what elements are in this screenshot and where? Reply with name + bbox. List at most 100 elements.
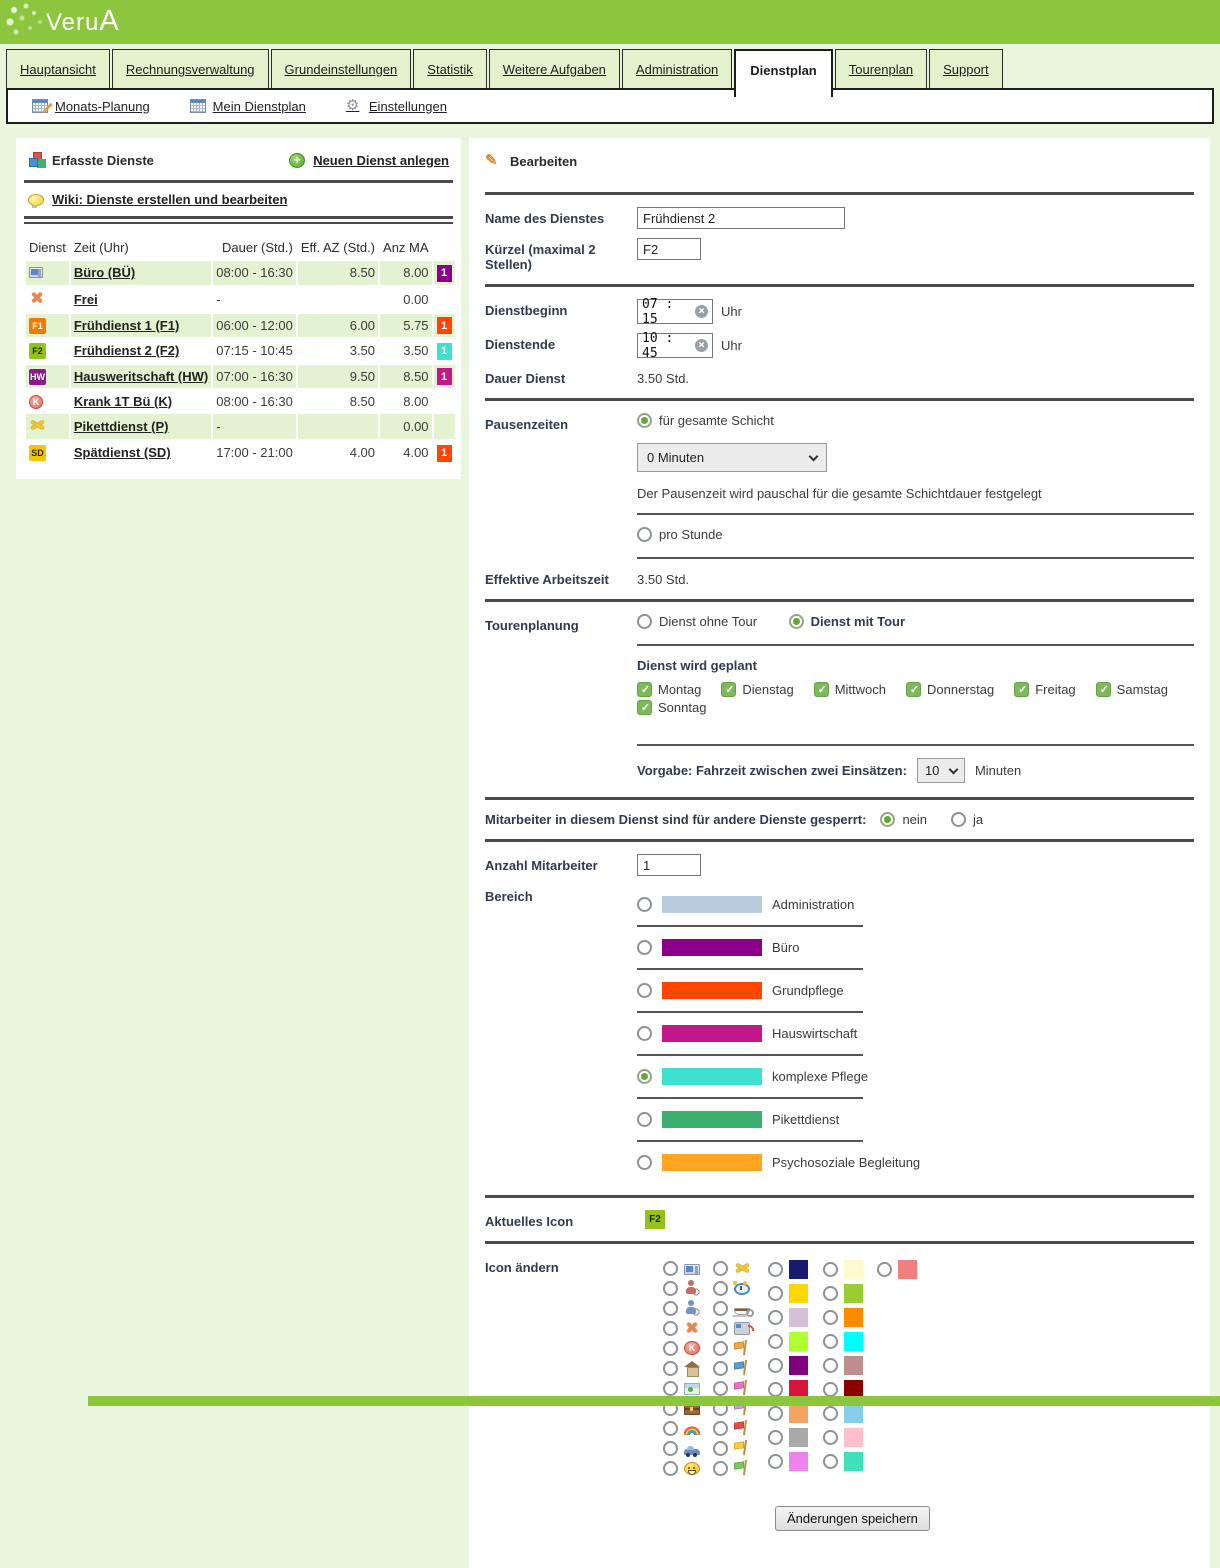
flag-green-icon[interactable] (734, 1460, 750, 1476)
radio-dienst-ohne-tour[interactable]: Dienst ohne Tour (637, 614, 757, 629)
radio-icon[interactable] (823, 1286, 838, 1301)
service-name-link[interactable]: Büro (BÜ) (74, 265, 135, 280)
flag-pink-icon[interactable] (734, 1380, 750, 1396)
checkbox-mittwoch[interactable]: Mittwoch (814, 682, 886, 697)
bereich-option-komplexe-pflege[interactable]: komplexe Pflege (637, 1068, 1194, 1085)
tab-rechnungsverwaltung[interactable]: Rechnungsverwaltung (112, 49, 269, 88)
icon-option-cross-icon[interactable] (663, 1320, 700, 1336)
checkbox-checked-icon[interactable] (1014, 682, 1029, 697)
color-option-A9A9A9[interactable] (768, 1428, 808, 1447)
color-swatch[interactable] (844, 1428, 863, 1447)
radio-icon[interactable] (637, 983, 652, 998)
coffee-cup-icon[interactable] (734, 1308, 750, 1315)
radio-icon[interactable] (768, 1382, 783, 1397)
icon-option-flag-pink-icon[interactable] (713, 1380, 750, 1396)
color-option-FFFACD[interactable] (823, 1260, 863, 1279)
radio-icon[interactable] (713, 1421, 728, 1436)
checkbox-checked-icon[interactable] (906, 682, 921, 697)
color-option-FFD700[interactable] (768, 1284, 808, 1303)
radio-icon[interactable] (768, 1286, 783, 1301)
radio-icon[interactable] (663, 1321, 678, 1336)
radio-icon[interactable] (768, 1406, 783, 1421)
checkbox-checked-icon[interactable] (637, 682, 652, 697)
icon-option-coffee-cup-icon[interactable] (713, 1300, 750, 1316)
service-name-link[interactable]: Hausweritschaft (HW) (74, 369, 208, 384)
checkbox-dienstag[interactable]: Dienstag (721, 682, 793, 697)
color-swatch[interactable] (844, 1284, 863, 1303)
color-swatch[interactable] (844, 1356, 863, 1375)
checkbox-donnerstag[interactable]: Donnerstag (906, 682, 994, 697)
radio-icon[interactable] (823, 1310, 838, 1325)
radio-icon[interactable] (877, 1262, 892, 1277)
icon-option-krank-icon[interactable]: K (663, 1340, 700, 1356)
radio-icon[interactable] (823, 1406, 838, 1421)
service-name-link[interactable]: Pikettdienst (P) (74, 419, 169, 434)
smiley-icon[interactable] (684, 1462, 700, 1475)
tab-dienstplan[interactable]: Dienstplan (734, 49, 832, 97)
clear-circle-icon[interactable] (695, 305, 708, 318)
radio-icon[interactable] (663, 1421, 678, 1436)
icon-option-car-icon[interactable] (663, 1440, 700, 1456)
subnav-item-mein-dienstplan[interactable]: Mein Dienstplan (190, 99, 306, 114)
color-option-ADFF2F[interactable] (768, 1332, 808, 1351)
service-name-link[interactable]: Frei (74, 292, 98, 307)
flag-yellow-icon[interactable] (734, 1440, 750, 1456)
radio-icon[interactable] (823, 1334, 838, 1349)
name-input[interactable] (637, 207, 845, 229)
subnav-item-einstellungen[interactable]: Einstellungen (346, 98, 447, 114)
wiki-link-text[interactable]: Wiki: Dienste erstellen und bearbeiten (52, 192, 287, 207)
radio-icon[interactable] (823, 1430, 838, 1445)
radio-icon[interactable] (637, 1112, 652, 1127)
checkbox-checked-icon[interactable] (637, 700, 652, 715)
bereich-option-administration[interactable]: Administration (637, 896, 1194, 913)
radio-icon[interactable] (823, 1382, 838, 1397)
radio-icon[interactable] (713, 1361, 728, 1376)
checkbox-sonntag[interactable]: Sonntag (637, 700, 706, 715)
radio-icon[interactable] (663, 1281, 678, 1296)
car-icon[interactable] (684, 1449, 700, 1455)
color-swatch[interactable] (789, 1428, 808, 1447)
radio-icon[interactable] (637, 614, 652, 629)
color-swatch[interactable] (844, 1452, 863, 1471)
color-swatch[interactable] (844, 1332, 863, 1351)
computer-icon[interactable] (29, 267, 43, 278)
icon-option-alarm-clock-icon[interactable] (713, 1280, 750, 1296)
phone-icon[interactable] (734, 1322, 750, 1335)
icon-option-person-blue-clock-icon[interactable] (663, 1300, 700, 1316)
radio-gesperrt-nein[interactable]: nein (880, 812, 927, 827)
anzahl-mitarbeiter-input[interactable] (637, 854, 701, 876)
bereich-option-hauswirtschaft[interactable]: Hauswirtschaft (637, 1025, 1194, 1042)
color-option-F08080[interactable] (877, 1260, 917, 1279)
checkbox-checked-icon[interactable] (721, 682, 736, 697)
color-option-00FFFF[interactable] (823, 1332, 863, 1351)
color-swatch[interactable] (789, 1332, 808, 1351)
icon-option-flag-red-icon[interactable] (713, 1420, 750, 1436)
icon-option-house-icon[interactable] (663, 1360, 700, 1376)
bereich-option-b-ro[interactable]: Büro (637, 939, 1194, 956)
tab-weitere-aufgaben[interactable]: Weitere Aufgaben (489, 49, 620, 88)
color-swatch[interactable] (844, 1260, 863, 1279)
service-name-link[interactable]: Frühdienst 2 (F2) (74, 343, 179, 358)
radio-icon[interactable] (713, 1281, 728, 1296)
dienstende-input[interactable]: 10 : 45 (637, 333, 713, 358)
color-option-D8BFD8[interactable] (768, 1308, 808, 1327)
chest-icon[interactable] (684, 1405, 700, 1415)
icon-option-rainbow-icon[interactable] (663, 1420, 700, 1436)
color-swatch[interactable] (844, 1308, 863, 1327)
krank-icon[interactable]: K (684, 1341, 700, 1355)
color-option-800080[interactable] (768, 1356, 808, 1375)
radio-icon[interactable] (823, 1358, 838, 1373)
person-red-clock-icon[interactable] (684, 1280, 700, 1296)
checkbox-montag[interactable]: Montag (637, 682, 701, 697)
radio-icon[interactable] (713, 1261, 728, 1276)
color-option-F4A460[interactable] (768, 1404, 808, 1423)
tab-support[interactable]: Support (929, 49, 1003, 88)
checkbox-samstag[interactable]: Samstag (1096, 682, 1168, 697)
bereich-option-grundpflege[interactable]: Grundpflege (637, 982, 1194, 999)
new-service-link[interactable]: Neuen Dienst anlegen (289, 153, 449, 168)
radio-icon[interactable] (768, 1262, 783, 1277)
checkbox-checked-icon[interactable] (814, 682, 829, 697)
color-swatch[interactable] (789, 1356, 808, 1375)
color-swatch[interactable] (789, 1284, 808, 1303)
pause-duration-select[interactable]: 0 Minuten (637, 443, 827, 472)
